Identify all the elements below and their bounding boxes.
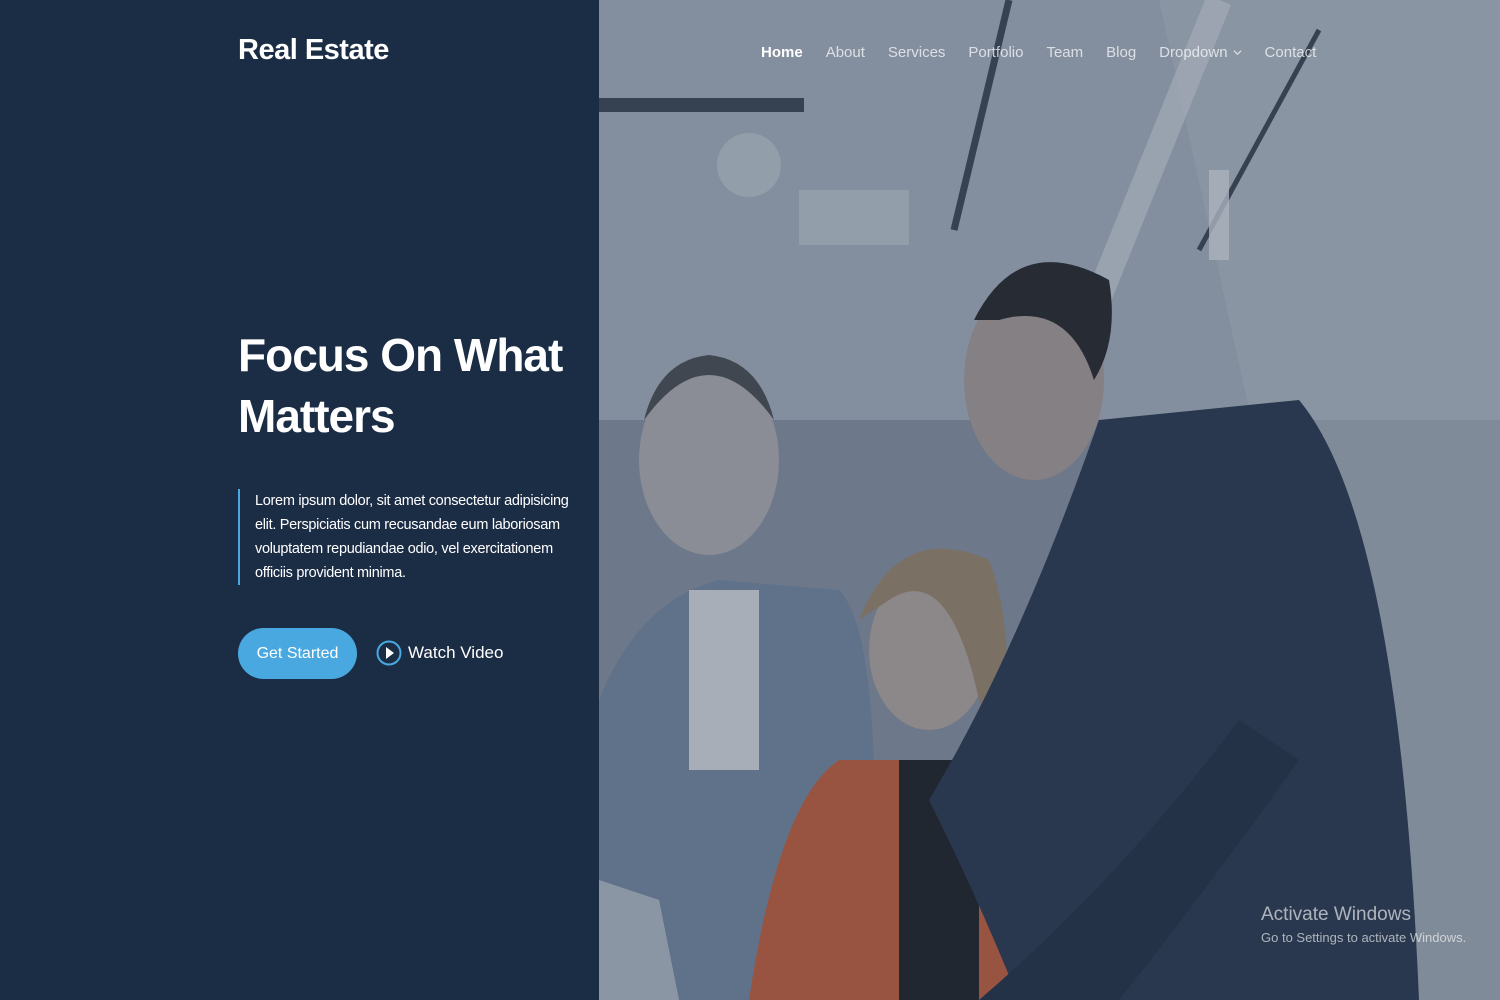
activate-windows-subtitle: Go to Settings to activate Windows. — [1261, 930, 1467, 945]
watch-video-label: Watch Video — [408, 643, 504, 662]
nav-item-contact[interactable]: Contact — [1265, 44, 1317, 61]
chevron-down-icon — [1233, 50, 1242, 56]
hero-title-line1: Focus On What — [238, 329, 563, 381]
nav-item-team[interactable]: Team — [1046, 44, 1083, 61]
hero-title: Focus On What Matters — [238, 325, 578, 447]
activate-windows-title: Activate Windows — [1261, 904, 1411, 925]
nav-item-dropdown[interactable]: Dropdown — [1159, 44, 1242, 61]
watch-video-button[interactable]: Watch Video — [376, 636, 503, 670]
nav-item-about[interactable]: About — [826, 44, 865, 61]
play-icon — [376, 640, 402, 666]
image-overlay — [599, 0, 1500, 1000]
hero-title-line2: Matters — [238, 390, 396, 442]
get-started-button[interactable]: Get Started — [238, 628, 357, 679]
hero-description: Lorem ipsum dolor, sit amet consectetur … — [238, 489, 578, 585]
nav-item-blog[interactable]: Blog — [1106, 44, 1136, 61]
site-logo[interactable]: Real Estate — [238, 34, 389, 67]
nav-item-dropdown-label: Dropdown — [1159, 44, 1228, 61]
nav-item-services[interactable]: Services — [888, 44, 946, 61]
nav-item-portfolio[interactable]: Portfolio — [968, 44, 1023, 61]
hero-image-panel — [599, 0, 1500, 1000]
main-nav: Home About Services Portfolio Team Blog … — [761, 44, 1316, 61]
activate-windows-watermark: Activate Windows Go to Settings to activ… — [1261, 903, 1466, 949]
nav-item-home[interactable]: Home — [761, 44, 803, 61]
